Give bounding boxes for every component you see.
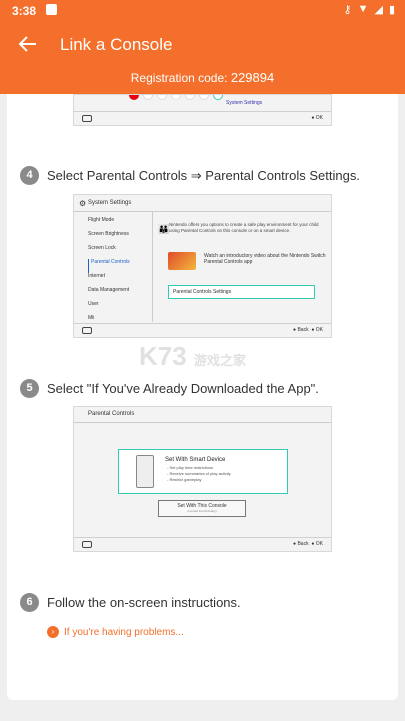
registration-label: Registration code: <box>130 71 228 85</box>
image-header: Parental Controls <box>74 407 331 423</box>
parental-controls-image: Parental Controls Set With Smart Device … <box>73 406 332 552</box>
step-5: 5 Select "If You've Already Downloaded t… <box>20 379 319 398</box>
menu-item: Screen Lock <box>88 245 116 251</box>
menu-item: Flight Mode <box>88 217 115 223</box>
registration-code: Registration code: 229894 <box>0 70 405 85</box>
smart-device-features: - Set play time restrictions - Receive s… <box>167 465 231 482</box>
parental-description: Nintendo offers you options to create a … <box>169 222 319 233</box>
set-with-smart-device-option: Set With Smart Device - Set play time re… <box>118 449 288 494</box>
help-link-text[interactable]: If you're having problems... <box>64 627 184 638</box>
menu-item-selected: Parental Controls <box>88 259 152 273</box>
parental-controls-settings-option: Parental Controls Settings <box>168 285 315 299</box>
menu-item: Internet <box>88 273 105 279</box>
step-4: 4 Select Parental Controls ⇒ Parental Co… <box>20 166 360 185</box>
home-screen-image: System Settings ● OK <box>73 94 332 126</box>
step-text: Select Parental Controls ⇒ Parental Cont… <box>47 167 360 183</box>
watermark: K73 游戏之家 <box>139 341 246 371</box>
smart-device-title: Set With Smart Device <box>165 457 226 463</box>
status-time: 3:38 <box>12 4 37 18</box>
menu-item: Screen Brightness <box>88 231 129 237</box>
notification-icon <box>46 4 57 15</box>
step-number-badge: 4 <box>20 166 39 185</box>
bottom-area <box>0 700 405 721</box>
footer-buttons: ● Back ● OK <box>293 327 323 333</box>
status-icons: ⚷ ▼ ◢ ▮ <box>344 3 395 16</box>
image-footer: ● Back ● OK <box>74 537 331 551</box>
status-bar: 3:38 ⚷ ▼ ◢ ▮ <box>0 0 405 22</box>
step-text: Follow the on-screen instructions. <box>47 595 241 610</box>
registration-code-value: 229894 <box>230 70 275 85</box>
instructions-card: System Settings ● OK 4 Select Parental C… <box>7 94 398 700</box>
joycon-icon <box>82 327 92 334</box>
family-icon: 👪 <box>158 224 170 234</box>
image-header: ⚙ System Settings <box>74 195 331 212</box>
divider <box>152 212 153 322</box>
back-arrow-icon[interactable] <box>16 32 40 56</box>
set-with-this-console-option: Set With This Console (Limited Functiona… <box>158 500 246 517</box>
footer-ok: ● OK <box>311 115 323 121</box>
step-number-badge: 6 <box>20 593 39 612</box>
home-icons-row <box>129 95 223 100</box>
system-settings-image: ⚙ System Settings Flight Mode Screen Bri… <box>73 194 332 338</box>
video-text: Watch an introductory video about the Ni… <box>204 253 326 265</box>
system-settings-caption: System Settings <box>226 100 263 106</box>
step-text: Select "If You've Already Downloaded the… <box>47 381 319 396</box>
page-title: Link a Console <box>60 35 173 54</box>
battery-icon: ▮ <box>388 4 395 16</box>
chevron-right-icon: › <box>47 626 59 638</box>
menu-item: Data Management <box>88 287 130 293</box>
wifi-icon: ▼ <box>357 3 369 15</box>
image-footer: ● Back ● OK <box>74 323 331 337</box>
smartphone-icon <box>136 455 154 488</box>
settings-menu: Flight Mode Screen Brightness Screen Loc… <box>88 217 152 329</box>
help-link[interactable]: › If you're having problems... <box>47 626 184 638</box>
key-icon: ⚷ <box>343 4 352 16</box>
video-thumbnail <box>168 252 196 270</box>
gear-icon: ⚙ <box>79 199 87 208</box>
footer-buttons: ● Back ● OK <box>293 541 323 547</box>
joycon-icon <box>82 541 92 548</box>
signal-icon: ◢ <box>374 4 383 16</box>
app-bar: Link a Console Registration code: 229894 <box>0 22 405 94</box>
step-number-badge: 5 <box>20 379 39 398</box>
joycon-icon <box>82 115 92 122</box>
step-6: 6 Follow the on-screen instructions. <box>20 593 241 612</box>
image-footer: ● OK <box>74 111 331 125</box>
menu-item: User <box>88 301 99 307</box>
